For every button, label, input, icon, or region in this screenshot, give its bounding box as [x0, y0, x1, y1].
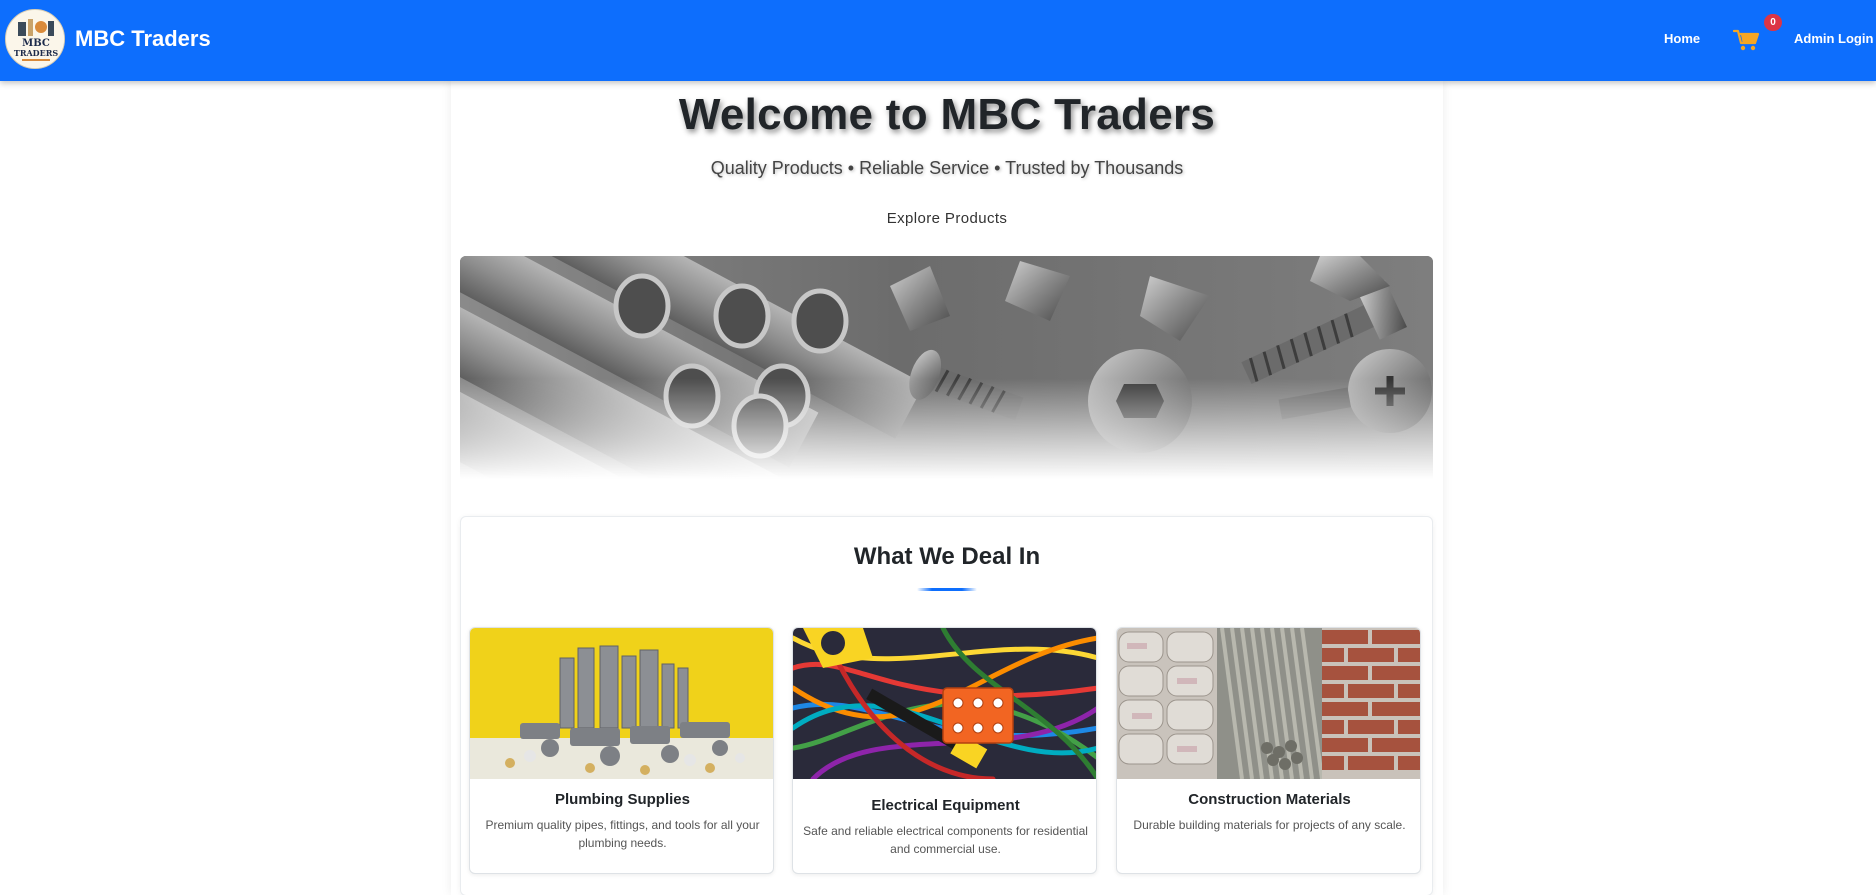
brand-logo: MBC TRADERS	[5, 9, 65, 69]
category-card-construction[interactable]: Construction Materials Durable building …	[1116, 627, 1421, 874]
card-description: Premium quality pipes, fittings, and too…	[485, 818, 760, 850]
card-title: Plumbing Supplies	[554, 791, 690, 808]
hero-banner-image	[460, 256, 1433, 479]
top-navbar: MBC TRADERS MBC Traders Home 0 Admin Log…	[0, 0, 1876, 81]
electrical-image	[793, 628, 1096, 779]
card-title: Electrical Equipment	[871, 797, 1020, 814]
brand-link[interactable]: MBC TRADERS MBC Traders	[5, 9, 211, 69]
cart-button[interactable]	[1732, 28, 1761, 52]
hero-tagline: Quality Products • Reliable Service • Tr…	[710, 158, 1184, 178]
admin-login-link[interactable]: Admin Login	[1794, 31, 1873, 46]
plumbing-image	[470, 628, 773, 779]
hero-title: Welcome to MBC Traders	[678, 90, 1216, 139]
card-description: Safe and reliable electrical components …	[803, 824, 1088, 856]
card-title: Construction Materials	[1188, 791, 1351, 808]
section-title-underline	[917, 588, 977, 591]
main-container: Welcome to MBC Traders Quality Products …	[451, 81, 1443, 895]
card-description: Durable building materials for projects …	[1133, 818, 1406, 832]
cart-count-badge: 0	[1764, 14, 1782, 31]
construction-image	[1117, 628, 1420, 779]
hero-section: Welcome to MBC Traders Quality Products …	[451, 81, 1443, 257]
brand-name: MBC Traders	[75, 26, 211, 51]
category-card-electrical[interactable]: Electrical Equipment Safe and reliable e…	[792, 627, 1097, 874]
explore-products-button[interactable]: Explore Products	[871, 204, 1023, 232]
svg-text:TRADERS: TRADERS	[14, 48, 58, 58]
nav-home-link[interactable]: Home	[1664, 31, 1700, 46]
cart-icon	[1732, 29, 1760, 51]
category-card-plumbing[interactable]: Plumbing Supplies Premium quality pipes,…	[469, 627, 774, 874]
